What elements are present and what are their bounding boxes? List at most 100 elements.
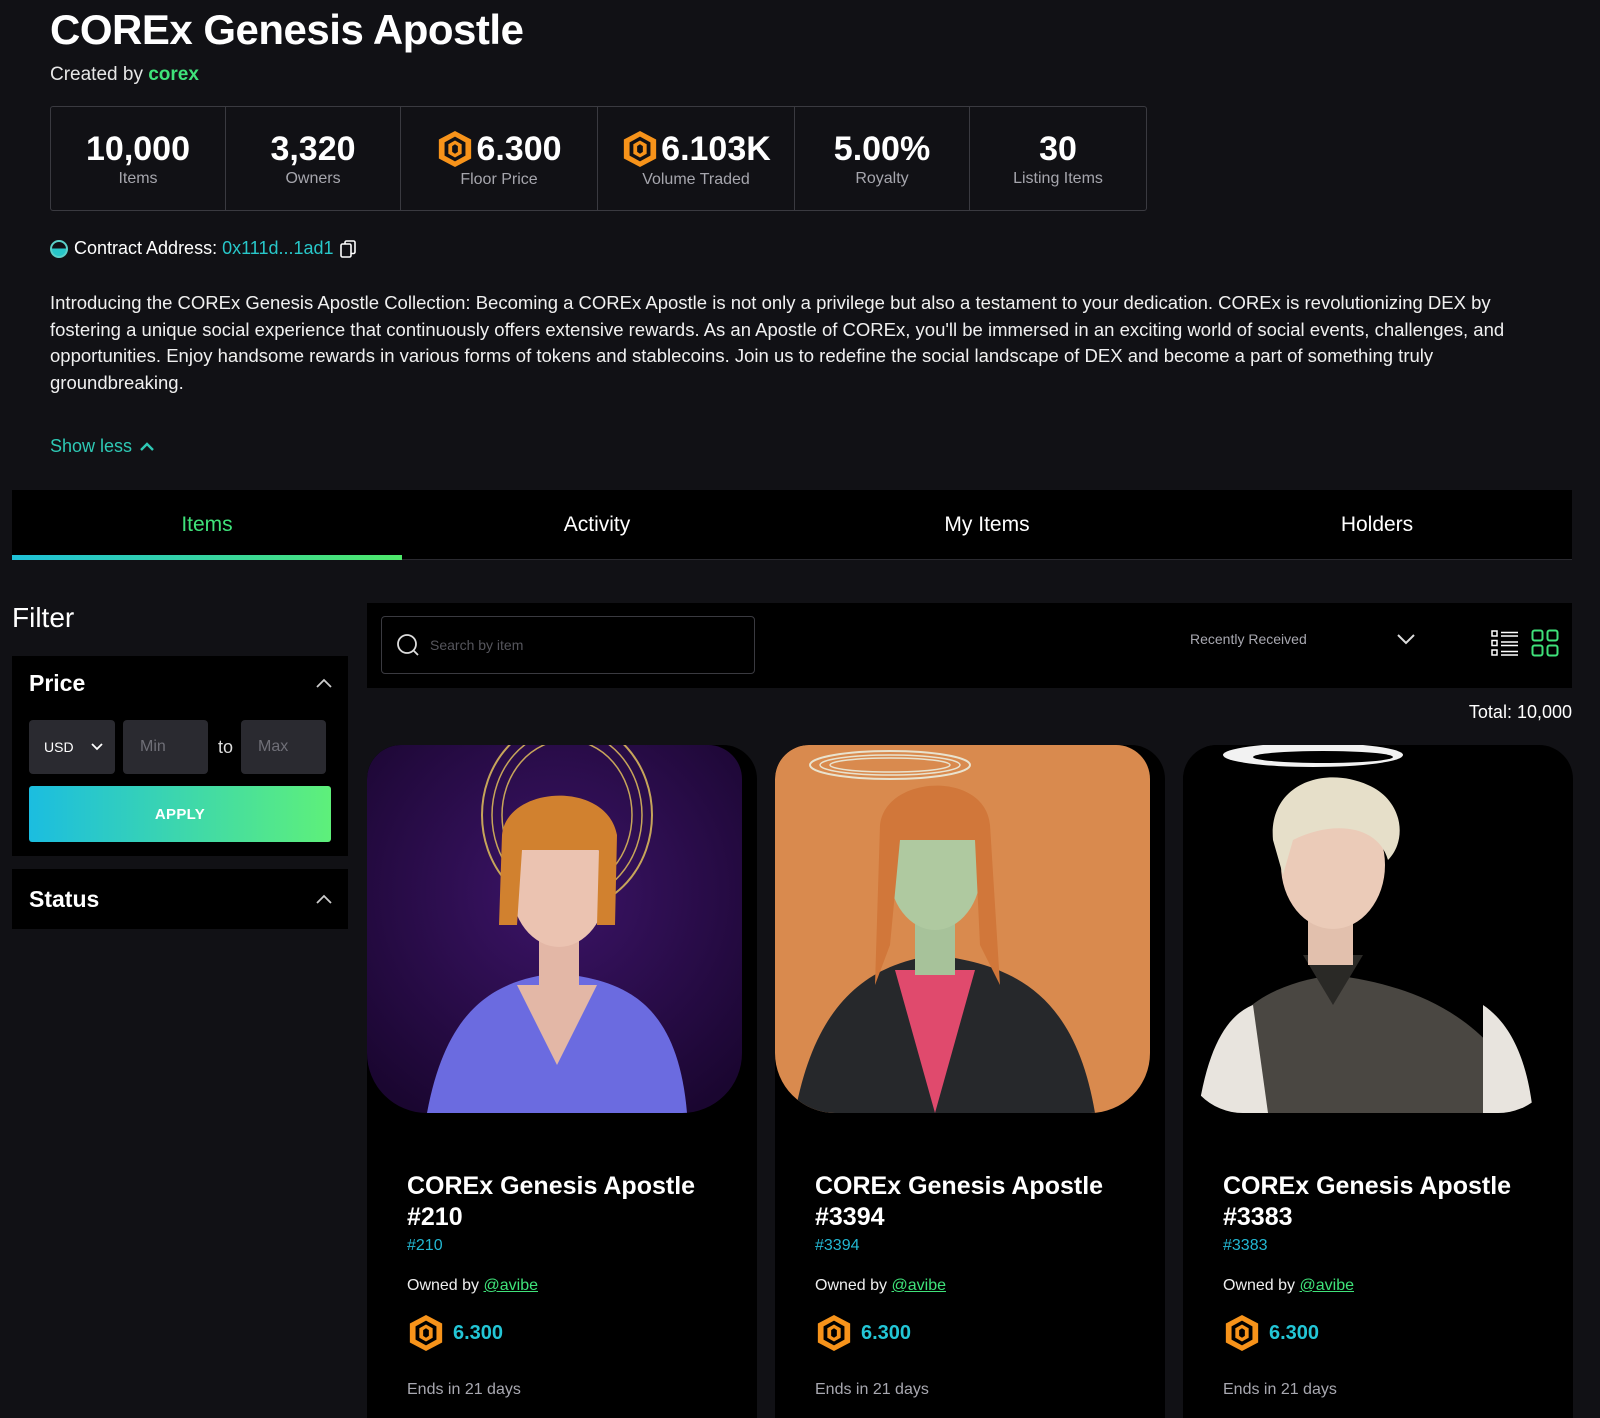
owner-link[interactable]: @avibe — [1300, 1277, 1355, 1294]
nft-card[interactable]: COREx Genesis Apostle #210 #210 Owned by… — [367, 745, 757, 1418]
min-price-input[interactable]: Min — [123, 720, 208, 774]
chevron-up-icon — [316, 894, 332, 904]
contract-address-link[interactable]: 0x111d...1ad1 — [222, 238, 333, 259]
apply-button[interactable]: APPLY — [29, 786, 331, 842]
owned-by: Owned by @avibe — [815, 1277, 946, 1295]
contract-address-row: Contract Address: 0x111d...1ad1 — [50, 238, 356, 259]
stat-label: Floor Price — [460, 170, 538, 188]
nft-image[interactable] — [775, 745, 1150, 1113]
price-filter-panel: Price USD Min to Max APPLY — [12, 656, 348, 856]
stat-label: Volume Traded — [642, 170, 750, 188]
core-coin-icon — [409, 1314, 443, 1352]
stat-value: 10,000 — [86, 129, 190, 168]
tab-items[interactable]: Items — [12, 490, 402, 560]
stat-label: Items — [118, 169, 158, 187]
owner-link[interactable]: @avibe — [484, 1277, 539, 1294]
items-toolbar: Search by item Recently Received — [367, 603, 1572, 688]
nft-portrait-image — [1183, 745, 1558, 1113]
max-price-input[interactable]: Max — [241, 720, 327, 774]
stat-value: 6.300 — [476, 129, 562, 168]
owned-by-label: Owned by — [1223, 1277, 1296, 1294]
tab-holders[interactable]: Holders — [1182, 490, 1572, 559]
stat-volume-traded: 6.103K Volume Traded — [598, 107, 795, 210]
to-label: to — [218, 736, 234, 757]
stat-floor-price: 6.300 Floor Price — [401, 107, 598, 210]
auction-ends: Ends in 21 days — [815, 1381, 929, 1398]
nft-name[interactable]: COREx Genesis Apostle #210 — [407, 1171, 727, 1233]
search-input[interactable]: Search by item — [381, 616, 755, 674]
price-value: 6.300 — [453, 1321, 504, 1344]
stat-owners: 3,320 Owners — [226, 107, 401, 210]
price-filter-title: Price — [29, 669, 86, 696]
show-less-label: Show less — [50, 436, 133, 456]
nft-name[interactable]: COREx Genesis Apostle #3383 — [1223, 1171, 1543, 1233]
status-filter-title: Status — [29, 885, 100, 912]
page-title: COREx Genesis Apostle — [50, 6, 524, 53]
auction-ends: Ends in 21 days — [1223, 1381, 1337, 1398]
stat-label: Listing Items — [1013, 169, 1103, 187]
stat-items: 10,000 Items — [51, 107, 226, 210]
tab-bar: Items Activity My Items Holders — [12, 490, 1572, 560]
search-placeholder: Search by item — [430, 637, 524, 653]
stat-label: Owners — [285, 169, 341, 187]
price-filter-header[interactable]: Price — [12, 656, 348, 710]
nft-price: 6.300 — [1223, 1313, 1319, 1353]
stat-value: 30 — [1039, 129, 1077, 168]
status-filter-header[interactable]: Status — [12, 869, 348, 929]
show-less-button[interactable]: Show less — [50, 436, 154, 457]
nft-id: #3383 — [1223, 1237, 1268, 1254]
nft-id: #210 — [407, 1237, 443, 1254]
nft-card[interactable]: COREx Genesis Apostle #3394 #3394 Owned … — [775, 745, 1165, 1418]
owned-by-label: Owned by — [815, 1277, 888, 1294]
sort-select[interactable]: Recently Received — [1190, 631, 1415, 647]
creator-link[interactable]: corex — [148, 64, 199, 85]
stat-value-row: 6.300 — [436, 129, 562, 169]
grid-view-icon[interactable] — [1531, 629, 1559, 657]
stat-value: 5.00% — [833, 129, 931, 168]
stat-value: 6.103K — [661, 129, 771, 168]
collection-description: Introducing the COREx Genesis Apostle Co… — [50, 292, 1505, 393]
owned-by: Owned by @avibe — [1223, 1277, 1354, 1295]
stats-bar: 10,000 Items 3,320 Owners 6.300 Floor Pr… — [50, 106, 1147, 211]
search-icon — [397, 634, 419, 656]
nft-card[interactable]: COREx Genesis Apostle #3383 #3383 Owned … — [1183, 745, 1573, 1418]
chevron-down-icon — [1397, 633, 1415, 644]
stat-listing-items: 30 Listing Items — [970, 107, 1146, 210]
collection-page: COREx Genesis Apostle Created by corex 1… — [0, 0, 1600, 1418]
core-coin-icon — [1225, 1314, 1259, 1352]
stat-value: 3,320 — [270, 129, 356, 168]
core-coin-icon — [817, 1314, 851, 1352]
nft-name[interactable]: COREx Genesis Apostle #3394 — [815, 1171, 1135, 1233]
price-value: 6.300 — [1269, 1321, 1320, 1344]
nft-id: #3394 — [815, 1237, 860, 1254]
filter-title: Filter — [12, 602, 75, 633]
owner-link[interactable]: @avibe — [892, 1277, 947, 1294]
nft-price: 6.300 — [407, 1313, 503, 1353]
total-count: Total: 10,000 — [1468, 702, 1572, 722]
tab-activity[interactable]: Activity — [402, 490, 792, 559]
creator-line: Created by corex — [50, 64, 199, 86]
nft-image[interactable] — [367, 745, 742, 1113]
nft-portrait-image — [367, 745, 742, 1113]
price-range-row: USD Min to Max — [12, 710, 348, 774]
owned-by-label: Owned by — [407, 1277, 480, 1294]
contract-label: Contract Address: — [74, 238, 218, 258]
currency-select[interactable]: USD — [29, 720, 115, 774]
chain-icon — [50, 239, 68, 258]
list-view-icon[interactable] — [1491, 629, 1519, 657]
chevron-down-icon — [91, 743, 103, 751]
stat-royalty: 5.00% Royalty — [795, 107, 970, 210]
currency-value: USD — [44, 739, 74, 755]
owned-by: Owned by @avibe — [407, 1277, 538, 1295]
core-coin-icon — [624, 130, 657, 167]
chevron-up-icon — [140, 442, 154, 451]
nft-image[interactable] — [1183, 745, 1558, 1113]
nft-portrait-image — [775, 745, 1150, 1113]
stat-value-row: 6.103K — [621, 129, 771, 169]
chevron-up-icon — [316, 678, 332, 688]
core-coin-icon — [439, 130, 472, 167]
nft-price: 6.300 — [815, 1313, 911, 1353]
tab-my-items[interactable]: My Items — [792, 490, 1182, 559]
created-by-label: Created by — [50, 64, 143, 85]
copy-icon[interactable] — [339, 239, 356, 258]
